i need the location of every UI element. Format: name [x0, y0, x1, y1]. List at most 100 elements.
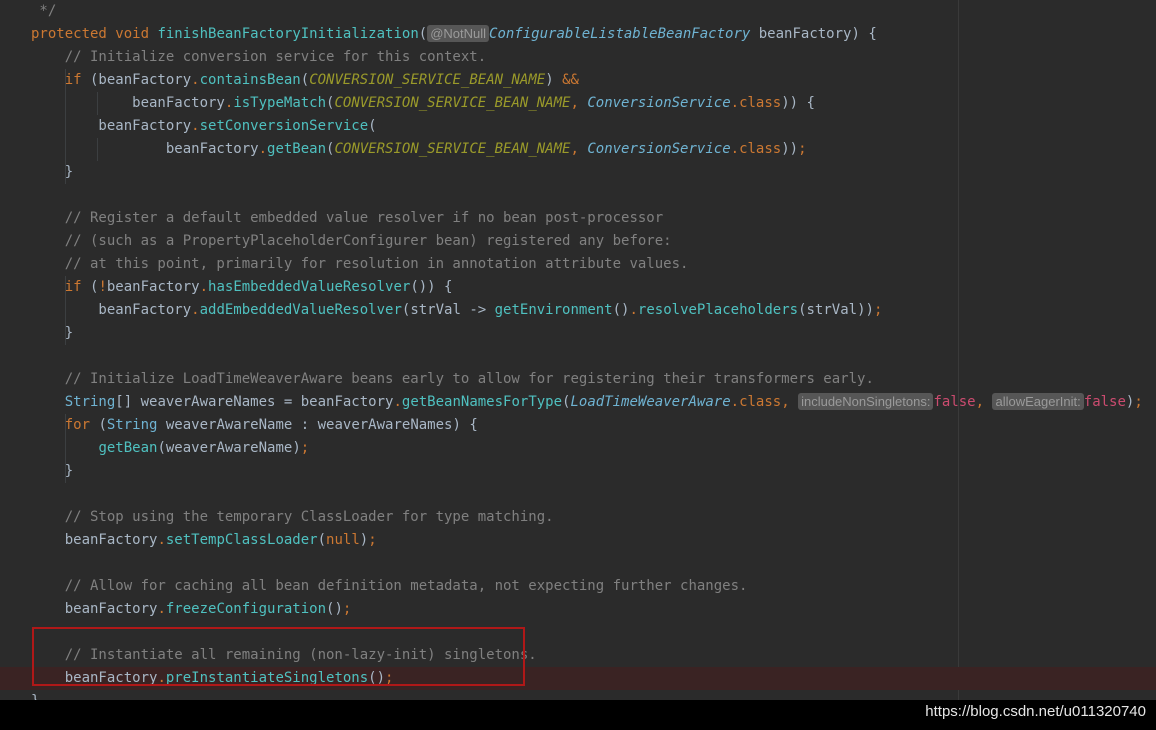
code-line[interactable]: beanFactory.addEmbeddedValueResolver(str… [0, 299, 1156, 322]
code-token: // (such as a PropertyPlaceholderConfigu… [31, 233, 672, 249]
code-line[interactable]: // Instantiate all remaining (non-lazy-i… [0, 644, 1156, 667]
code-line-text: } [31, 690, 39, 700]
code-line[interactable]: if (!beanFactory.hasEmbeddedValueResolve… [0, 276, 1156, 299]
code-line[interactable]: if (beanFactory.containsBean(CONVERSION_… [0, 69, 1156, 92]
code-token: . [191, 118, 200, 134]
code-line-text: beanFactory.preInstantiateSingletons(); [31, 667, 394, 690]
code-line[interactable]: // at this point, primarily for resoluti… [0, 253, 1156, 276]
code-line[interactable]: beanFactory.preInstantiateSingletons(); [0, 667, 1156, 690]
code-line-text: // Stop using the temporary ClassLoader … [31, 506, 554, 529]
code-token: protected [31, 26, 116, 42]
code-line[interactable]: protected void finishBeanFactoryInitiali… [0, 23, 1156, 46]
code-editor[interactable]: */ protected void finishBeanFactoryInitia… [0, 0, 1156, 700]
code-token: class [739, 394, 782, 410]
code-token: ( [317, 532, 327, 548]
code-token: beanFactory [31, 118, 192, 134]
code-line[interactable]: } [0, 690, 1156, 700]
code-token: , [570, 95, 588, 111]
code-token: , [975, 394, 993, 410]
code-line[interactable]: beanFactory.setConversionService( [0, 115, 1156, 138]
code-token: (strVal)) [798, 302, 874, 318]
code-token: setTempClassLoader [165, 532, 318, 548]
code-token: )) { [781, 95, 815, 111]
code-line-text: // Register a default embedded value res… [31, 207, 663, 230]
code-token: ) [359, 532, 369, 548]
code-token: [] weaverAwareNames = beanFactory [115, 394, 394, 410]
code-token: . [191, 302, 200, 318]
code-token: () [326, 601, 343, 617]
code-token: . [730, 394, 740, 410]
code-token: ; [1134, 394, 1143, 410]
code-line[interactable]: beanFactory.freezeConfiguration(); [0, 598, 1156, 621]
code-line[interactable] [0, 552, 1156, 575]
code-line[interactable]: */ [0, 0, 1156, 23]
code-token: . [191, 72, 200, 88]
code-line-text: */ [31, 0, 56, 23]
code-token: getEnvironment [494, 302, 613, 318]
code-line[interactable]: String[] weaverAwareNames = beanFactory.… [0, 391, 1156, 414]
code-token: beanFactory [31, 601, 158, 617]
code-token: setConversionService [199, 118, 369, 134]
code-line[interactable]: for (String weaverAwareName : weaverAwar… [0, 414, 1156, 437]
code-line[interactable] [0, 483, 1156, 506]
code-line[interactable] [0, 345, 1156, 368]
code-line-text: // Allow for caching all bean definition… [31, 575, 748, 598]
code-line-text: // Initialize LoadTimeWeaverAware beans … [31, 368, 874, 391]
code-token: ( [81, 279, 99, 295]
code-token: // at this point, primarily for resoluti… [31, 256, 689, 272]
code-token: . [393, 394, 402, 410]
parameter-hint: includeNonSingletons: [798, 393, 934, 410]
code-line[interactable]: // Initialize LoadTimeWeaverAware beans … [0, 368, 1156, 391]
code-line[interactable]: } [0, 322, 1156, 345]
code-token: beanFactory [31, 670, 158, 686]
code-line-text: for (String weaverAwareName : weaverAwar… [31, 414, 478, 437]
code-line[interactable]: // Initialize conversion service for thi… [0, 46, 1156, 69]
code-token: . [157, 670, 166, 686]
code-token: ( [90, 417, 107, 433]
code-token: // Instantiate all remaining (non-lazy-i… [31, 647, 537, 663]
code-token: . [629, 302, 638, 318]
code-line-text: } [31, 161, 73, 184]
code-token: ! [98, 279, 107, 295]
code-token: // Register a default embedded value res… [31, 210, 664, 226]
code-token: ; [342, 601, 352, 617]
code-token: getBean [98, 440, 158, 456]
code-token: . [157, 601, 166, 617]
code-line[interactable]: // Stop using the temporary ClassLoader … [0, 506, 1156, 529]
code-token: isTypeMatch [233, 95, 327, 111]
code-token: (weaverAwareName) [157, 440, 301, 456]
code-line[interactable]: // (such as a PropertyPlaceholderConfigu… [0, 230, 1156, 253]
code-token: ; [873, 302, 883, 318]
code-token: ; [798, 141, 807, 157]
code-token: hasEmbeddedValueResolver [208, 279, 411, 295]
code-token: beanFactory [31, 532, 158, 548]
code-token: ( [418, 26, 428, 42]
code-token: ConversionService [587, 95, 731, 111]
code-line[interactable]: beanFactory.isTypeMatch(CONVERSION_SERVI… [0, 92, 1156, 115]
code-token: (beanFactory [81, 72, 192, 88]
code-token: ()) { [410, 279, 453, 295]
code-token: ConversionService [587, 141, 731, 157]
code-token: if [64, 279, 82, 295]
code-line[interactable]: getBean(weaverAwareName); [0, 437, 1156, 460]
code-line-text: beanFactory.addEmbeddedValueResolver(str… [31, 299, 882, 322]
code-line[interactable]: beanFactory.setTempClassLoader(null); [0, 529, 1156, 552]
code-line[interactable]: } [0, 460, 1156, 483]
code-token: beanFactory) { [750, 26, 877, 42]
code-token: class [739, 141, 782, 157]
code-line[interactable]: // Register a default embedded value res… [0, 207, 1156, 230]
code-line[interactable] [0, 184, 1156, 207]
code-token: CONVERSION_SERVICE_BEAN_NAME [309, 72, 546, 88]
code-line[interactable]: beanFactory.getBean(CONVERSION_SERVICE_B… [0, 138, 1156, 161]
code-line[interactable] [0, 621, 1156, 644]
code-line[interactable]: } [0, 161, 1156, 184]
code-token: CONVERSION_SERVICE_BEAN_NAME [334, 95, 571, 111]
code-line-text: // Initialize conversion service for thi… [31, 46, 486, 69]
parameter-hint: @NotNull [427, 25, 490, 42]
code-line[interactable]: // Allow for caching all bean definition… [0, 575, 1156, 598]
code-token: containsBean [199, 72, 301, 88]
code-token: preInstantiateSingletons [165, 670, 369, 686]
